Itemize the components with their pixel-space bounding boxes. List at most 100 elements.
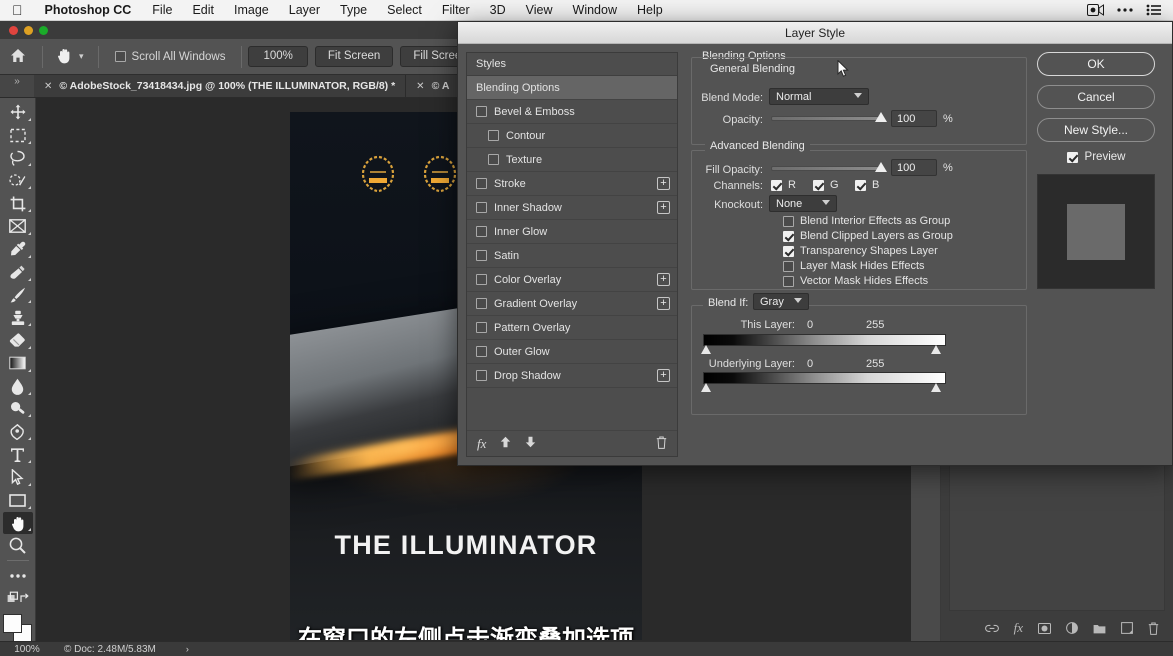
fill-opacity-slider-knob[interactable]: [875, 162, 887, 172]
blend-if-channel-select[interactable]: Gray: [753, 293, 809, 310]
channel-g-checkbox[interactable]: G: [813, 179, 839, 191]
eraser-tool[interactable]: [3, 329, 33, 352]
menu-filter[interactable]: Filter: [432, 3, 480, 17]
preview-checkbox[interactable]: Preview: [1030, 151, 1162, 163]
pen-tool[interactable]: [3, 420, 33, 443]
style-checkbox[interactable]: [476, 226, 487, 237]
minimize-window-button[interactable]: [24, 25, 33, 35]
style-item-satin[interactable]: Satin: [467, 244, 677, 268]
screen-record-icon[interactable]: [1087, 4, 1104, 16]
brush-tool[interactable]: [3, 284, 33, 307]
this-layer-black-slider[interactable]: [701, 345, 711, 354]
scroll-all-windows-checkbox[interactable]: Scroll All Windows: [105, 51, 236, 63]
style-item-texture[interactable]: Texture: [467, 148, 677, 172]
app-name-menu[interactable]: Photoshop CC: [34, 3, 143, 17]
new-style-button[interactable]: New Style...: [1037, 118, 1155, 142]
status-zoom-level[interactable]: 100%: [0, 644, 54, 655]
clone-stamp-tool[interactable]: [3, 306, 33, 329]
style-checkbox[interactable]: [476, 298, 487, 309]
dodge-tool[interactable]: [3, 398, 33, 421]
menu-file[interactable]: File: [142, 3, 182, 17]
opacity-value-input[interactable]: 100: [891, 110, 937, 127]
vector-mask-hides-effects-checkbox[interactable]: Vector Mask Hides Effects: [783, 275, 928, 287]
blend-clipped-layers-checkbox[interactable]: Blend Clipped Layers as Group: [783, 230, 953, 242]
apple-icon[interactable]: : [0, 3, 34, 17]
ellipsis-icon[interactable]: [1117, 7, 1133, 13]
style-checkbox[interactable]: [488, 130, 499, 141]
menu-view[interactable]: View: [516, 3, 563, 17]
add-layer-style-icon[interactable]: fx: [1014, 620, 1023, 636]
move-tool[interactable]: [3, 101, 33, 124]
channel-b-checkbox[interactable]: B: [855, 179, 879, 191]
quick-selection-tool[interactable]: [3, 169, 33, 192]
document-tab-active[interactable]: ✕ © AdobeStock_73418434.jpg @ 100% (THE …: [34, 75, 407, 97]
fit-screen-button[interactable]: Fit Screen: [314, 46, 394, 67]
home-icon[interactable]: [0, 48, 36, 66]
fx-icon[interactable]: fx: [477, 436, 486, 452]
close-icon[interactable]: ✕: [416, 81, 424, 92]
crop-tool[interactable]: [3, 192, 33, 215]
edit-toolbar-icon[interactable]: [3, 564, 33, 587]
cancel-button[interactable]: Cancel: [1037, 85, 1155, 109]
path-selection-tool[interactable]: [3, 466, 33, 489]
layer-mask-hides-effects-checkbox[interactable]: Layer Mask Hides Effects: [783, 260, 925, 272]
status-expand-icon[interactable]: ›: [156, 644, 189, 654]
quick-mask-and-screen-mode-icon[interactable]: [3, 587, 33, 610]
rectangular-marquee-tool[interactable]: [3, 124, 33, 147]
blend-mode-select[interactable]: Normal: [769, 88, 869, 105]
add-layer-mask-icon[interactable]: [1038, 622, 1051, 634]
add-effect-plus-icon[interactable]: +: [657, 177, 670, 190]
underlying-layer-gradient-bar[interactable]: [703, 372, 946, 384]
expand-panels-icon[interactable]: »: [0, 75, 34, 97]
add-effect-plus-icon[interactable]: +: [657, 201, 670, 214]
menu-help[interactable]: Help: [627, 3, 673, 17]
maximize-window-button[interactable]: [39, 25, 48, 35]
hand-tool[interactable]: [2, 511, 33, 535]
lasso-tool[interactable]: [3, 147, 33, 170]
style-item-bevel-emboss[interactable]: Bevel & Emboss: [467, 100, 677, 124]
style-item-gradient-overlay[interactable]: Gradient Overlay +: [467, 292, 677, 316]
style-item-blending-options[interactable]: Blending Options: [467, 76, 677, 100]
chevron-down-icon[interactable]: ▾: [79, 51, 92, 62]
menu-layer[interactable]: Layer: [279, 3, 330, 17]
transparency-shapes-layer-checkbox[interactable]: Transparency Shapes Layer: [783, 245, 938, 257]
foreground-background-color-swatches[interactable]: [2, 613, 33, 643]
opacity-slider-track[interactable]: [771, 116, 881, 121]
fill-opacity-slider-track[interactable]: [771, 166, 881, 171]
foreground-color-swatch[interactable]: [2, 613, 22, 633]
menu-edit[interactable]: Edit: [182, 3, 224, 17]
style-item-pattern-overlay[interactable]: Pattern Overlay: [467, 316, 677, 340]
style-item-inner-glow[interactable]: Inner Glow: [467, 220, 677, 244]
frame-tool[interactable]: [3, 215, 33, 238]
opacity-slider-knob[interactable]: [875, 112, 887, 122]
delete-layer-icon[interactable]: [1148, 622, 1159, 635]
rectangle-tool[interactable]: [3, 489, 33, 512]
add-effect-plus-icon[interactable]: +: [657, 297, 670, 310]
control-center-icon[interactable]: [1146, 4, 1161, 16]
underlying-layer-black-slider[interactable]: [701, 383, 711, 392]
style-checkbox[interactable]: [476, 250, 487, 261]
underlying-layer-white-slider[interactable]: [931, 383, 941, 392]
hand-tool-icon[interactable]: [49, 47, 79, 67]
eyedropper-tool[interactable]: [3, 238, 33, 261]
style-item-drop-shadow[interactable]: Drop Shadow +: [467, 364, 677, 388]
style-item-stroke[interactable]: Stroke +: [467, 172, 677, 196]
blend-interior-effects-checkbox[interactable]: Blend Interior Effects as Group: [783, 215, 950, 227]
knockout-select[interactable]: None: [769, 195, 837, 212]
close-icon[interactable]: ✕: [44, 81, 52, 92]
menu-image[interactable]: Image: [224, 3, 279, 17]
style-checkbox[interactable]: [476, 370, 487, 381]
gradient-tool[interactable]: [3, 352, 33, 375]
style-checkbox[interactable]: [476, 274, 487, 285]
close-window-button[interactable]: [9, 25, 18, 35]
fill-opacity-value-input[interactable]: 100: [891, 159, 937, 176]
this-layer-white-slider[interactable]: [931, 345, 941, 354]
style-item-inner-shadow[interactable]: Inner Shadow +: [467, 196, 677, 220]
zoom-level-button[interactable]: 100%: [248, 46, 308, 67]
style-checkbox[interactable]: [476, 322, 487, 333]
style-item-color-overlay[interactable]: Color Overlay +: [467, 268, 677, 292]
style-checkbox[interactable]: [488, 154, 499, 165]
type-tool[interactable]: [3, 443, 33, 466]
spot-healing-brush-tool[interactable]: [3, 261, 33, 284]
menu-select[interactable]: Select: [377, 3, 432, 17]
